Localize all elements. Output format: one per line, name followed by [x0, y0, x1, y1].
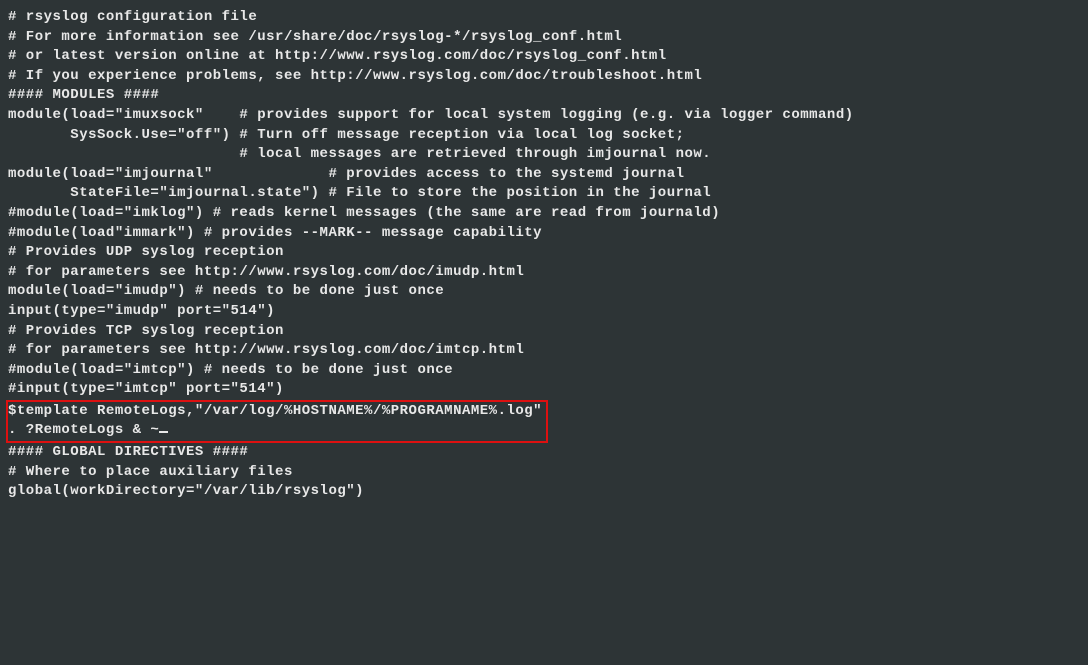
config-line: module(load="imudp") # needs to be done …: [8, 282, 1080, 302]
config-line: #### GLOBAL DIRECTIVES ####: [8, 443, 1080, 463]
config-line: # For more information see /usr/share/do…: [8, 28, 1080, 48]
config-line: input(type="imudp" port="514"): [8, 302, 1080, 322]
config-line: StateFile="imjournal.state") # File to s…: [8, 184, 1080, 204]
config-line: #module(load="imtcp") # needs to be done…: [8, 361, 1080, 381]
config-line: # for parameters see http://www.rsyslog.…: [8, 263, 1080, 283]
cursor-icon: [159, 431, 168, 433]
highlighted-region: $template RemoteLogs,"/var/log/%HOSTNAME…: [6, 400, 548, 443]
config-line: # local messages are retrieved through i…: [8, 145, 1080, 165]
config-line-highlighted: . ?RemoteLogs & ~: [8, 421, 542, 441]
terminal-editor[interactable]: # rsyslog configuration file # For more …: [8, 8, 1080, 502]
config-line: #module(load="imklog") # reads kernel me…: [8, 204, 1080, 224]
config-line: #module(load"immark") # provides --MARK-…: [8, 224, 1080, 244]
config-line: SysSock.Use="off") # Turn off message re…: [8, 126, 1080, 146]
config-line: # rsyslog configuration file: [8, 8, 1080, 28]
config-text: . ?RemoteLogs & ~: [8, 422, 159, 438]
config-line: module(load="imuxsock" # provides suppor…: [8, 106, 1080, 126]
config-line: # Where to place auxiliary files: [8, 463, 1080, 483]
config-line: global(workDirectory="/var/lib/rsyslog"): [8, 482, 1080, 502]
config-line: module(load="imjournal" # provides acces…: [8, 165, 1080, 185]
config-line: #### MODULES ####: [8, 86, 1080, 106]
config-line: # for parameters see http://www.rsyslog.…: [8, 341, 1080, 361]
config-line: # Provides UDP syslog reception: [8, 243, 1080, 263]
config-line-highlighted: $template RemoteLogs,"/var/log/%HOSTNAME…: [8, 402, 542, 422]
config-line: # If you experience problems, see http:/…: [8, 67, 1080, 87]
config-line: #input(type="imtcp" port="514"): [8, 380, 1080, 400]
config-line: # or latest version online at http://www…: [8, 47, 1080, 67]
config-line: # Provides TCP syslog reception: [8, 322, 1080, 342]
